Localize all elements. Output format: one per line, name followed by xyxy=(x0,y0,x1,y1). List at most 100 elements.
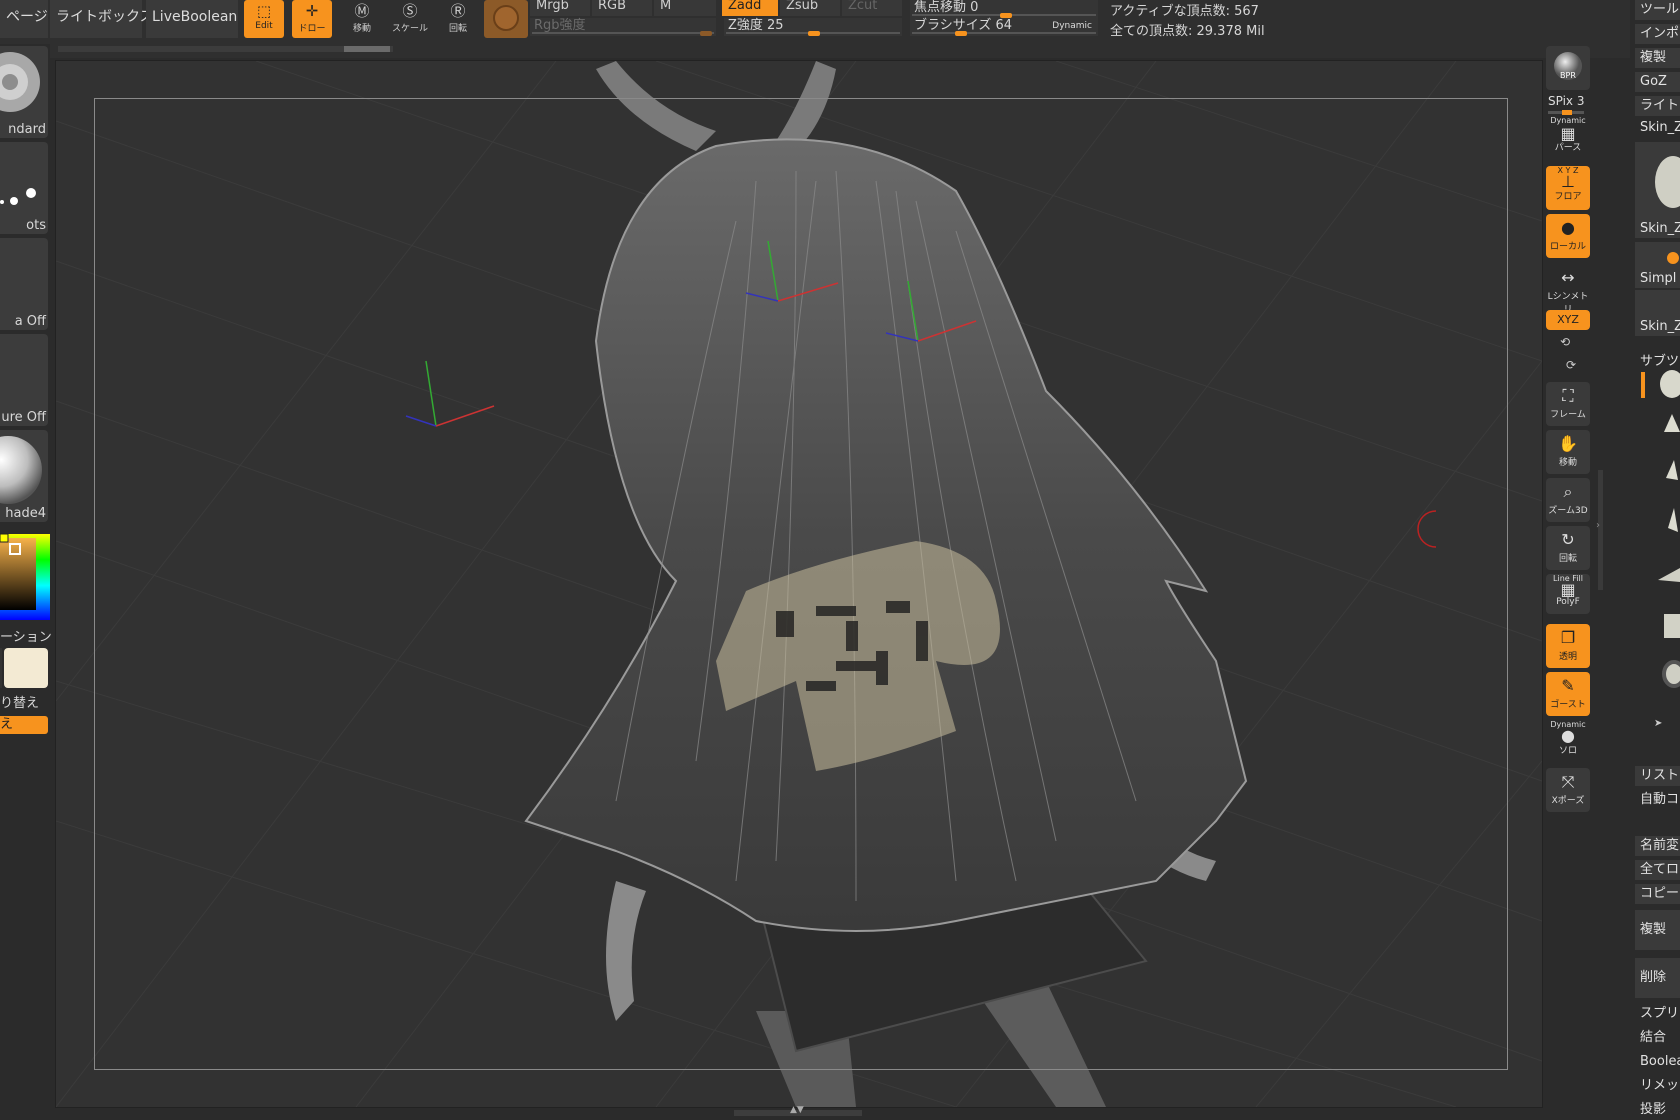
standard-brush-icon xyxy=(0,52,40,112)
merge-button[interactable]: 結合 xyxy=(1635,1028,1680,1048)
ghost-button[interactable]: ✎ ゴースト xyxy=(1546,672,1590,716)
floor-button[interactable]: X Y Z ⊥ フロア xyxy=(1546,166,1590,210)
rotate-y-icon[interactable]: ⟲ xyxy=(1560,335,1570,349)
tool-menu-header[interactable]: ツール xyxy=(1635,0,1680,20)
copy-button[interactable]: コピー xyxy=(1635,884,1680,904)
solo-button[interactable]: Dynamic ● ソロ xyxy=(1546,720,1590,764)
floor-icon: ⊥ xyxy=(1561,172,1575,191)
rename-button[interactable]: 名前変 xyxy=(1635,836,1680,856)
boolean-button[interactable]: Boolea xyxy=(1635,1052,1680,1072)
orange-toggle-button[interactable]: え xyxy=(0,716,48,734)
scale-button[interactable]: Ⓢ スケール xyxy=(390,0,430,38)
zsub-toggle[interactable]: Zsub xyxy=(780,0,840,16)
list-all-button[interactable]: リスト xyxy=(1635,766,1680,786)
delete-button[interactable]: 削除 xyxy=(1635,958,1680,998)
local-transform-icon: ● xyxy=(1561,218,1575,237)
dots-stroke-icon xyxy=(0,188,36,205)
frame-button[interactable]: ⛶ フレーム xyxy=(1546,382,1590,426)
liveboolean-button[interactable]: LiveBoolean xyxy=(146,0,238,38)
solo-icon: ● xyxy=(1561,726,1575,745)
edit-icon: ⬚ xyxy=(256,2,272,20)
mrgb-toggle[interactable]: Mrgb xyxy=(530,0,590,16)
polyframe-grid-icon: ▦ xyxy=(1560,580,1576,599)
zoom-icon: ⌕ xyxy=(1563,482,1573,501)
secondary-color-swatch[interactable] xyxy=(4,648,48,688)
xpose-icon: ⤧ xyxy=(1561,772,1575,791)
zcut-toggle[interactable]: Zcut xyxy=(842,0,902,16)
split-button[interactable]: スプリ xyxy=(1635,1004,1680,1024)
texture-selector[interactable]: ure Off xyxy=(0,334,48,426)
all-low-button[interactable]: 全てロ xyxy=(1635,860,1680,880)
subtool-active-marker xyxy=(1641,372,1645,398)
scale-s-icon: Ⓢ xyxy=(402,2,418,20)
brush-selector[interactable]: ndard xyxy=(0,46,48,138)
lsymmetry-button[interactable]: ↔ Lシンメトリ xyxy=(1546,264,1590,315)
chevron-updown-icon: ▲▼ xyxy=(790,1105,804,1115)
duplicate-button[interactable]: 複製 xyxy=(1635,910,1680,950)
z-intensity-slider[interactable]: Z強度 25 xyxy=(724,18,902,36)
material-sphere-icon xyxy=(493,5,519,31)
top-toolbar: ページ ライトボックス LiveBoolean ⬚ Edit ✛ ドロー Ⓜ 移… xyxy=(0,0,1680,58)
material-swatch[interactable] xyxy=(484,0,528,38)
remesh-button[interactable]: リメッ xyxy=(1635,1076,1680,1096)
move-view-button[interactable]: ✋ 移動 xyxy=(1546,430,1590,474)
project-button[interactable]: 投影 xyxy=(1635,1100,1680,1120)
draw-icon: ✛ xyxy=(305,2,319,20)
tool-thumb-skin-small[interactable]: Skin_Z xyxy=(1635,290,1680,336)
rotate-view-button[interactable]: ↻ 回転 xyxy=(1546,526,1590,570)
canvas-viewport[interactable] xyxy=(55,60,1543,1108)
goz-button[interactable]: GoZ xyxy=(1635,72,1680,92)
rgb-toggle[interactable]: RGB xyxy=(592,0,652,16)
import-button[interactable]: インポー xyxy=(1635,24,1680,44)
rotate-z-icon[interactable]: ⟳ xyxy=(1566,358,1576,372)
material-sphere-icon xyxy=(0,436,42,504)
zoom3d-button[interactable]: ⌕ ズーム3D xyxy=(1546,478,1590,522)
lightbox-button[interactable]: ライトボックス xyxy=(50,0,154,38)
transparent-button[interactable]: ❐ 透明 xyxy=(1546,624,1590,668)
chevron-right-icon[interactable]: › xyxy=(1596,520,1600,531)
rotate-r-icon: Ⓡ xyxy=(450,2,466,20)
stroke-selector[interactable]: ots xyxy=(0,142,48,234)
xpose-button[interactable]: ⤧ Xポーズ xyxy=(1546,768,1590,812)
lightbox-tools-button[interactable]: ライト xyxy=(1635,96,1680,116)
subtool-header[interactable]: サブツ xyxy=(1640,350,1679,369)
clone-button[interactable]: 複製 xyxy=(1635,48,1680,68)
cursor-arrow-icon: ➤ xyxy=(1654,718,1663,729)
tool-thumb-skin[interactable]: Skin_Z xyxy=(1635,142,1680,238)
zadd-toggle[interactable]: Zadd xyxy=(722,0,778,16)
head-thumbnail-icon xyxy=(1655,156,1680,208)
page-button[interactable]: ページ xyxy=(0,0,48,38)
auto-collapse-toggle[interactable]: 自動コ xyxy=(1635,790,1680,810)
draw-button[interactable]: ✛ ドロー xyxy=(292,0,332,38)
total-points-count: 全ての頂点数: 29.378 Mil xyxy=(1110,24,1265,39)
edit-button[interactable]: ⬚ Edit xyxy=(244,0,284,38)
hand-icon: ✋ xyxy=(1558,434,1578,453)
gradient-label: ーション xyxy=(0,630,52,645)
focal-shift-slider[interactable]: 焦点移動 0 xyxy=(910,0,1098,18)
symmetry-arrows-icon: ↔ xyxy=(1561,268,1575,287)
rgb-intensity-slider[interactable]: Rgb強度 xyxy=(530,18,716,36)
perspective-grid-icon: ▦ xyxy=(1560,124,1576,143)
perspective-button[interactable]: Dynamic ▦ パース xyxy=(1546,116,1590,154)
m-toggle[interactable]: M xyxy=(654,0,716,16)
brush-size-slider[interactable]: ブラシサイズ 64 Dynamic xyxy=(910,18,1098,36)
subtool-thumbnails[interactable] xyxy=(1650,368,1680,708)
top-scrollbar-thumb[interactable] xyxy=(344,46,390,52)
frame-icon: ⛶ xyxy=(1562,386,1574,405)
local-button[interactable]: ● ローカル xyxy=(1546,214,1590,258)
material-selector[interactable]: hade4 xyxy=(0,430,48,522)
bpr-render-button[interactable]: BPR xyxy=(1546,46,1590,90)
top-scrollbar-track[interactable] xyxy=(58,46,393,52)
polyframe-button[interactable]: Line Fill ▦ PolyF xyxy=(1546,574,1590,614)
move-button[interactable]: Ⓜ 移動 xyxy=(342,0,382,38)
xyz-toggle[interactable]: XYZ xyxy=(1546,310,1590,330)
rotate-icon: ↻ xyxy=(1561,530,1575,549)
tool-thumb-simple[interactable]: Simpl xyxy=(1635,242,1680,288)
bottom-scroll-handle[interactable]: ▲▼ xyxy=(734,1105,862,1116)
switch-color-label[interactable]: り替え xyxy=(0,692,39,711)
alpha-selector[interactable]: a Off xyxy=(0,238,48,330)
active-points-count: アクティブな頂点数: 567 xyxy=(1110,4,1259,19)
rotate-button[interactable]: Ⓡ 回転 xyxy=(438,0,478,38)
color-picker[interactable] xyxy=(0,528,50,620)
spix-label[interactable]: SPix 3 xyxy=(1548,94,1584,108)
